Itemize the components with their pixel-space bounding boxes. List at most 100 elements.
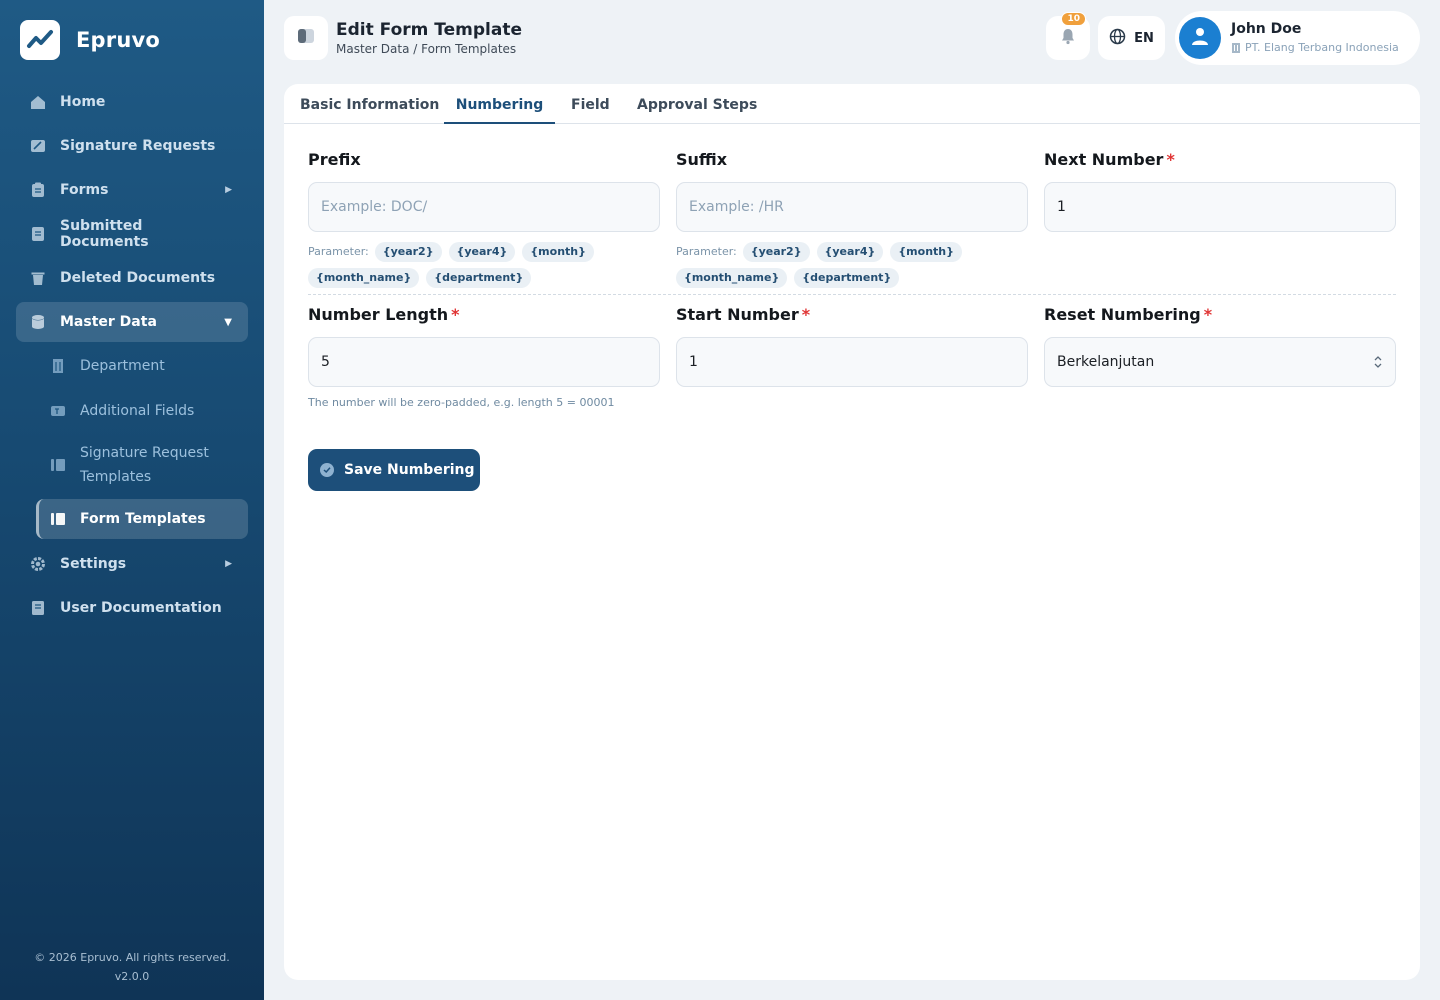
sidebar: Epruvo Home Signature Requests Forms ▶ S… bbox=[0, 0, 264, 1000]
sidebar-item-signature-requests[interactable]: Signature Requests bbox=[16, 126, 248, 166]
number-length-label: Number Length * bbox=[308, 305, 460, 325]
number-length-field: Number Length* The number will be zero-p… bbox=[308, 305, 660, 409]
notification-count-badge: 10 bbox=[1061, 12, 1086, 26]
save-numbering-label: Save Numbering bbox=[344, 462, 475, 478]
main-card: Basic Information Numbering Field Approv… bbox=[284, 84, 1420, 980]
globe-icon bbox=[1109, 28, 1126, 49]
sidebar-toggle-button[interactable] bbox=[284, 16, 328, 60]
brand-name: Epruvo bbox=[76, 28, 161, 52]
sidebar-item-label: Home bbox=[60, 94, 106, 110]
required-marker: * bbox=[451, 305, 460, 324]
parameter-chip[interactable]: {department} bbox=[794, 268, 900, 288]
reset-numbering-value: Berkelanjutan bbox=[1057, 354, 1155, 370]
suffix-input[interactable] bbox=[676, 182, 1028, 232]
number-length-label-text: Number Length bbox=[308, 305, 449, 324]
start-number-label-text: Start Number bbox=[676, 305, 799, 324]
notifications-button[interactable]: 10 bbox=[1046, 12, 1090, 60]
parameter-chip[interactable]: {year4} bbox=[816, 242, 884, 262]
next-number-input[interactable] bbox=[1044, 182, 1396, 232]
check-circle-icon bbox=[320, 463, 334, 477]
user-name: John Doe bbox=[1231, 21, 1302, 37]
sidebar-item-label: Department bbox=[80, 358, 165, 374]
sidebar-item-master-data[interactable]: Master Data ▼ bbox=[16, 302, 248, 342]
start-number-input[interactable] bbox=[676, 337, 1028, 387]
organization-name: PT. Elang Terbang Indonesia bbox=[1245, 41, 1399, 54]
reset-numbering-field: Reset Numbering * Berkelanjutan bbox=[1044, 305, 1396, 387]
sidebar-item-home[interactable]: Home bbox=[16, 82, 248, 122]
reset-numbering-label-text: Reset Numbering bbox=[1044, 305, 1201, 324]
sidebar-item-deleted-documents[interactable]: Deleted Documents bbox=[16, 258, 248, 298]
brand[interactable]: Epruvo bbox=[20, 20, 160, 60]
prefix-field: Prefix Parameter: {year2} {year4} {month… bbox=[308, 150, 660, 288]
sidebar-item-label: Master Data bbox=[60, 314, 157, 330]
trash-icon bbox=[30, 270, 46, 286]
parameter-chip[interactable]: {month_name} bbox=[676, 268, 788, 288]
user-menu[interactable]: John Doe PT. Elang Terbang Indonesia bbox=[1175, 11, 1420, 65]
reset-numbering-label: Reset Numbering * bbox=[1044, 305, 1212, 325]
version-text: v2.0.0 bbox=[114, 970, 150, 983]
sidebar-item-user-documentation[interactable]: User Documentation bbox=[16, 588, 248, 628]
building-icon bbox=[1231, 42, 1241, 53]
template-icon bbox=[50, 511, 66, 527]
tab-field[interactable]: Field bbox=[571, 84, 610, 124]
parameter-chip[interactable]: {year4} bbox=[448, 242, 516, 262]
master-data-submenu: Department Additional Fields Signature R… bbox=[16, 346, 248, 539]
sidebar-item-additional-fields[interactable]: Additional Fields bbox=[36, 391, 248, 431]
text-field-icon bbox=[50, 403, 66, 419]
chevron-right-icon: ▶ bbox=[225, 559, 232, 569]
start-number-label: Start Number * bbox=[676, 305, 810, 325]
sidebar-item-label: Deleted Documents bbox=[60, 270, 216, 286]
sidebar-item-label: User Documentation bbox=[60, 600, 222, 616]
tab-bar: Basic Information Numbering Field Approv… bbox=[284, 84, 1420, 124]
sidebar-item-department[interactable]: Department bbox=[36, 346, 248, 386]
prefix-input[interactable] bbox=[308, 182, 660, 232]
suffix-parameters: Parameter: {year2} {year4} {month} {mont… bbox=[676, 242, 1028, 288]
parameter-chip[interactable]: {month} bbox=[890, 242, 962, 262]
save-numbering-button[interactable]: Save Numbering bbox=[308, 449, 480, 491]
next-number-field: Next Number * bbox=[1044, 150, 1396, 232]
parameter-label: Parameter: bbox=[676, 245, 737, 258]
sidebar-item-label: Form Templates bbox=[80, 511, 206, 527]
sidebar-item-submitted-documents[interactable]: Submitted Documents bbox=[16, 214, 248, 254]
parameter-chip[interactable]: {year2} bbox=[374, 242, 442, 262]
next-number-label-text: Next Number bbox=[1044, 150, 1164, 169]
database-icon bbox=[30, 314, 46, 330]
language-switcher[interactable]: EN bbox=[1098, 16, 1165, 60]
sidebar-item-signature-request-templates[interactable]: Signature Request Templates bbox=[36, 436, 248, 494]
suffix-field: Suffix Parameter: {year2} {year4} {month… bbox=[676, 150, 1028, 288]
required-marker: * bbox=[1166, 150, 1175, 169]
page-title: Edit Form Template bbox=[336, 20, 522, 40]
parameter-chip[interactable]: {month} bbox=[522, 242, 594, 262]
sidebar-item-label: Signature Request Templates bbox=[80, 445, 209, 485]
tab-basic-information[interactable]: Basic Information bbox=[300, 84, 439, 124]
number-length-input[interactable] bbox=[308, 337, 660, 387]
prefix-parameters: Parameter: {year2} {year4} {month} {mont… bbox=[308, 242, 660, 288]
reset-numbering-select[interactable]: Berkelanjutan bbox=[1044, 337, 1396, 387]
chevron-down-icon: ▼ bbox=[224, 316, 232, 328]
select-arrows-icon bbox=[1373, 355, 1383, 369]
copyright-text: © 2026 Epruvo. All rights reserved. bbox=[34, 951, 230, 964]
avatar bbox=[1179, 17, 1221, 59]
panel-icon bbox=[297, 28, 315, 48]
parameter-chip[interactable]: {year2} bbox=[742, 242, 810, 262]
number-length-hint: The number will be zero-padded, e.g. len… bbox=[308, 396, 615, 409]
parameter-chip[interactable]: {month_name} bbox=[308, 268, 420, 288]
sidebar-footer: © 2026 Epruvo. All rights reserved. v2.0… bbox=[0, 948, 264, 986]
start-number-field: Start Number * bbox=[676, 305, 1028, 387]
sidebar-item-forms[interactable]: Forms ▶ bbox=[16, 170, 248, 210]
sidebar-item-form-templates[interactable]: Form Templates bbox=[36, 499, 248, 539]
sidebar-item-label: Forms bbox=[60, 182, 109, 198]
bell-icon bbox=[1059, 27, 1077, 49]
template-icon bbox=[50, 457, 66, 473]
clipboard-icon bbox=[30, 182, 46, 198]
sidebar-item-settings[interactable]: Settings ▶ bbox=[16, 544, 248, 584]
logo-icon bbox=[20, 20, 60, 60]
sidebar-item-label: Submitted Documents bbox=[60, 218, 149, 250]
user-icon bbox=[1190, 26, 1210, 50]
user-organization: PT. Elang Terbang Indonesia bbox=[1231, 41, 1399, 54]
tab-approval-steps[interactable]: Approval Steps bbox=[637, 84, 757, 124]
sidebar-item-label: Settings bbox=[60, 556, 127, 572]
parameter-label: Parameter: bbox=[308, 245, 369, 258]
parameter-chip[interactable]: {department} bbox=[426, 268, 532, 288]
tab-numbering[interactable]: Numbering bbox=[444, 84, 555, 124]
